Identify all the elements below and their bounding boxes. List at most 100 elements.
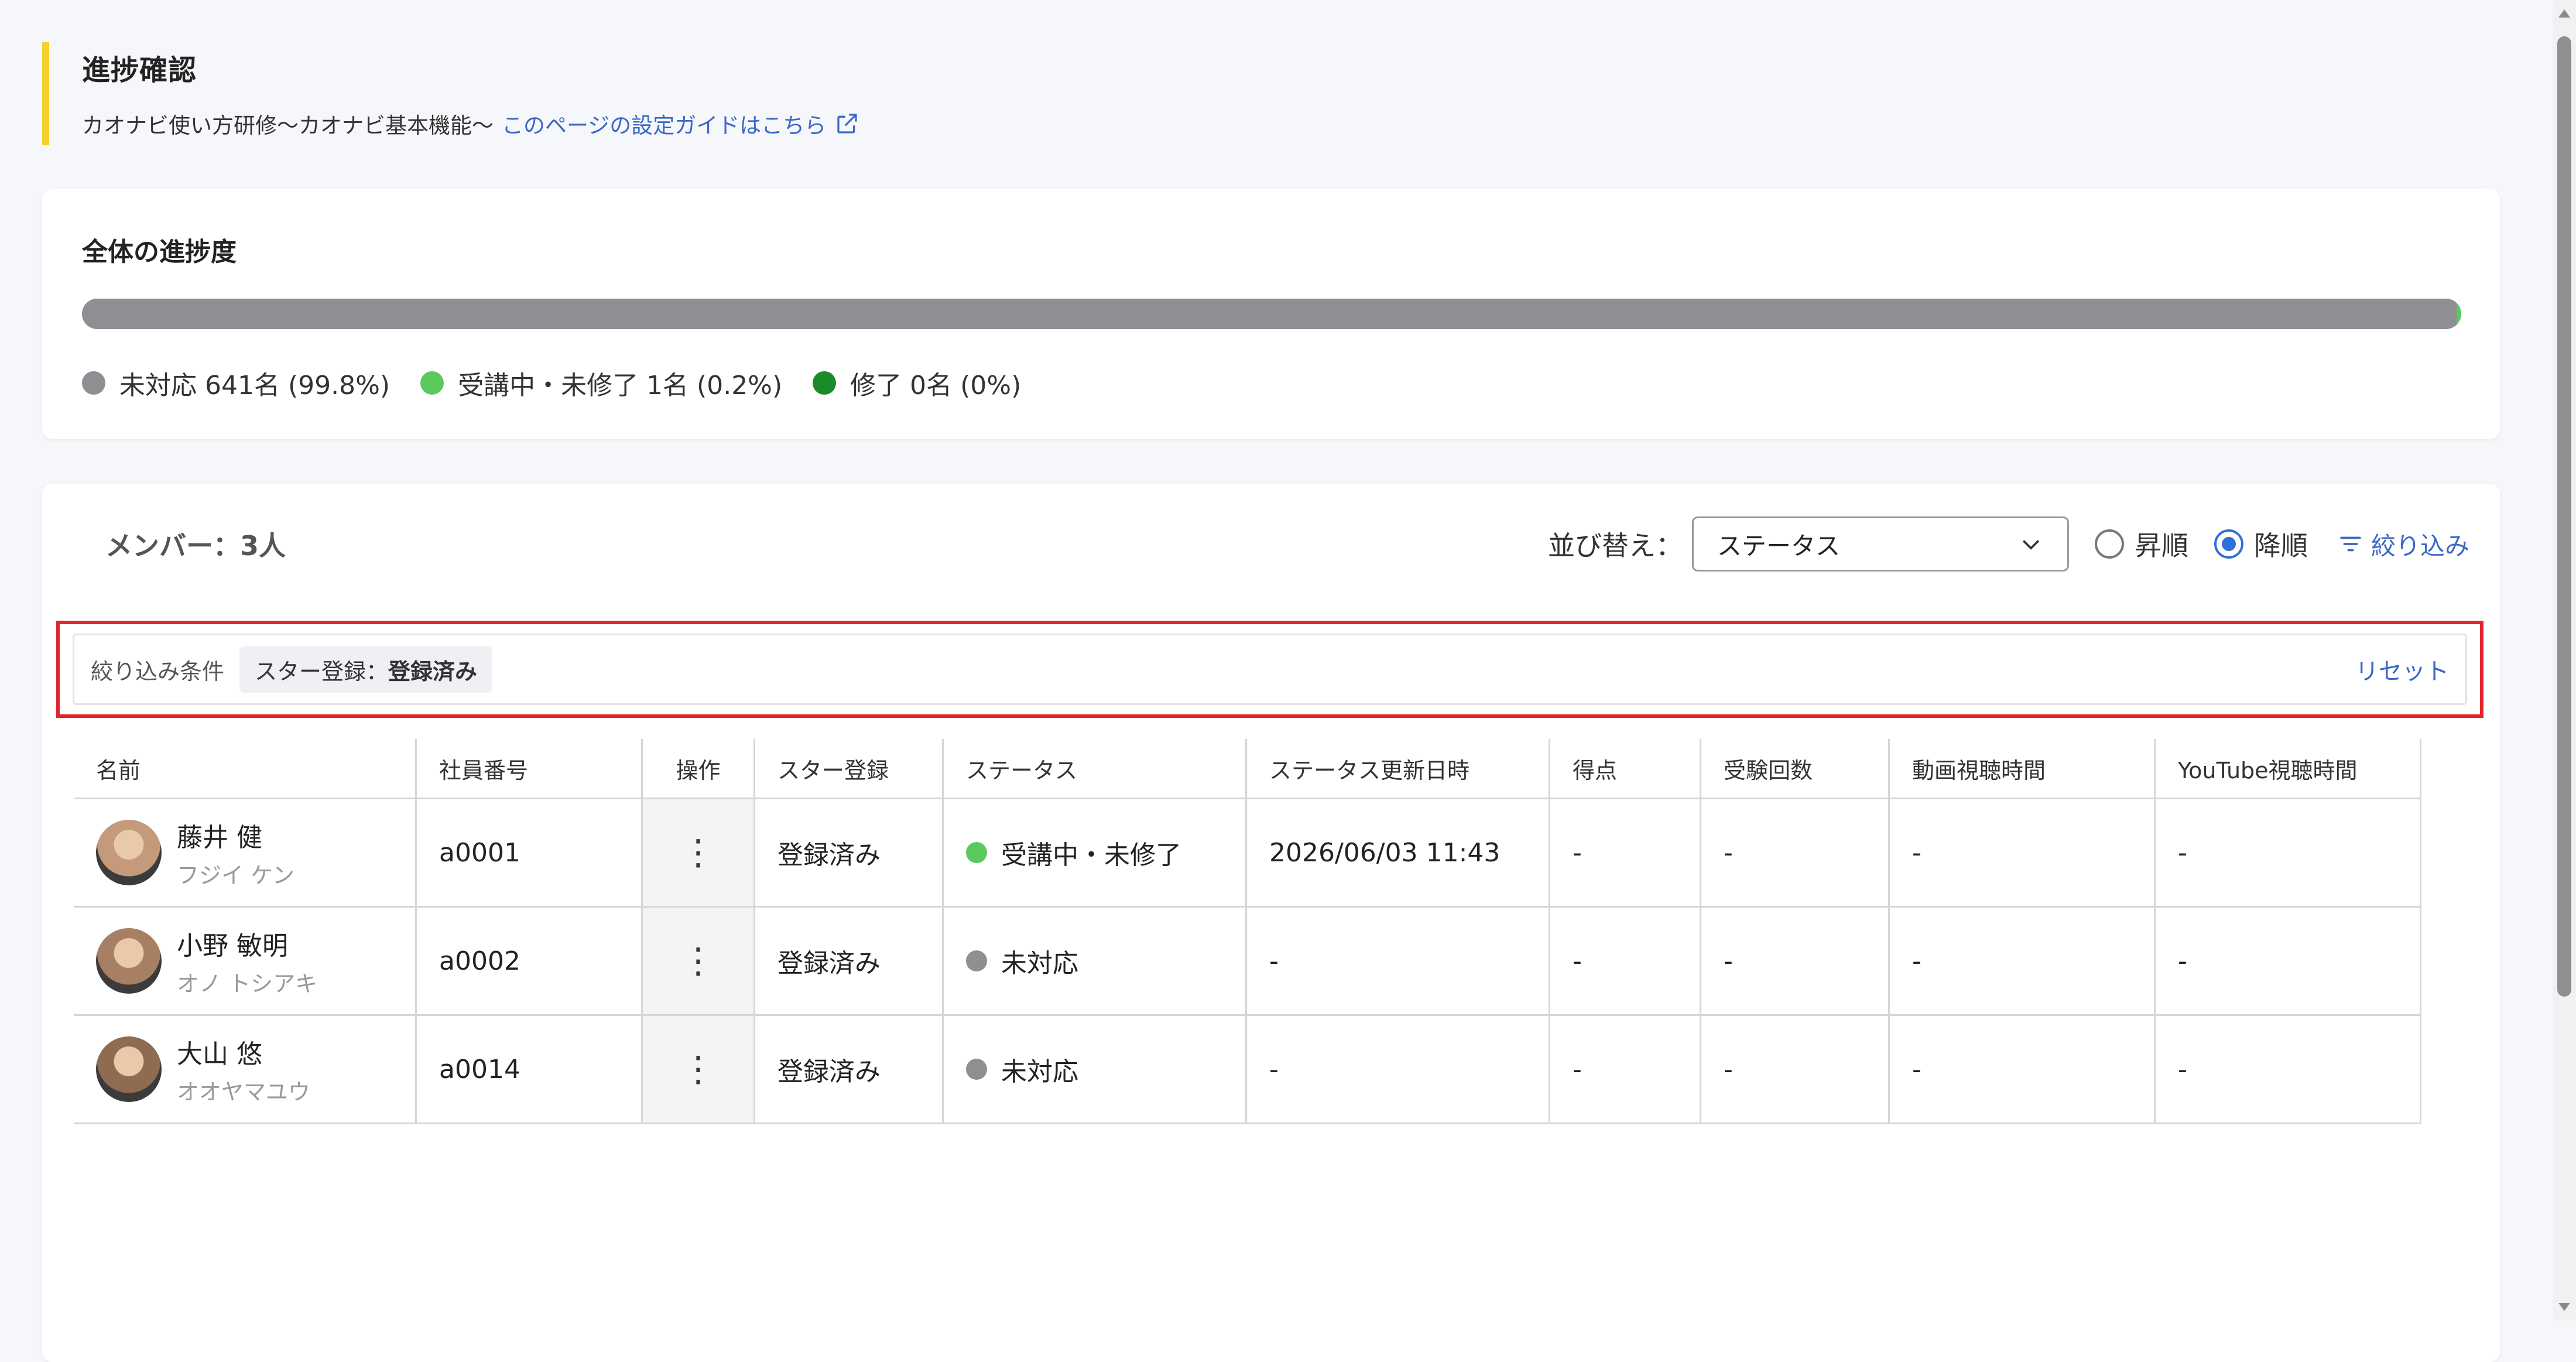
row-actions-cell: ⋮ [643,799,755,906]
youtube-time: - [2156,799,2421,906]
scroll-up-arrow-icon[interactable] [2558,9,2570,18]
legend-item-in-progress: 受講中・未修了 1名 (0.2%) [420,364,782,402]
filter-chip-key: スター登録： [255,658,389,685]
avatar [96,820,162,885]
overall-progress-card: 全体の進捗度 未対応 641名 (99.8%) 受講中・未修了 1名 (0.2%… [42,189,2500,439]
scroll-down-arrow-icon[interactable] [2558,1303,2570,1311]
attempts: - [1701,1016,1890,1123]
name-cell: 大山 悠 オオヤマユウ [74,1016,417,1123]
filter-conditions-highlight: 絞り込み条件 スター登録：登録済み リセット [56,621,2483,718]
video-time: - [1890,908,2156,1014]
member-kana: オオヤマユウ [177,1079,311,1105]
youtube-time: - [2156,908,2421,1014]
status-cell: 受講中・未修了 [944,799,1247,906]
column-header-video-time: 動画視聴時間 [1890,739,2156,798]
filter-button[interactable]: 絞り込み [2338,526,2469,562]
status-dot-icon [966,842,987,863]
more-options-icon[interactable]: ⋮ [681,835,716,870]
course-name: カオナビ使い方研修〜カオナビ基本機能〜 [82,113,494,138]
member-name[interactable]: 小野 敏明 [177,925,317,962]
score: - [1550,1016,1701,1123]
name-stack: 大山 悠 オオヤマユウ [177,1033,310,1106]
filter-chip: スター登録：登録済み [239,646,493,693]
name-stack: 藤井 健 フジイ ケン [177,816,294,889]
sort-select-value: ステータス [1717,531,1840,560]
status-updated: - [1247,1016,1550,1123]
chevron-down-icon [2022,540,2040,550]
legend-item-completed: 修了 0名 (0%) [813,364,1021,402]
members-table: 名前 社員番号 操作 スター登録 ステータス ステータス更新日時 得点 受験回数… [74,739,2421,1124]
legend-label: 受講中・未修了 1名 (0.2%) [458,371,783,401]
scrollbar-thumb[interactable] [2557,36,2571,997]
filter-chip-value: 登録済み [388,658,478,685]
name-cell: 藤井 健 フジイ ケン [74,799,417,906]
legend-label: 未対応 641名 (99.8%) [119,371,390,401]
table-header-row: 名前 社員番号 操作 スター登録 ステータス ステータス更新日時 得点 受験回数… [74,739,2421,799]
table-row[interactable]: 小野 敏明 オノ トシアキ a0002 ⋮ 登録済み 未対応 - - - - - [74,908,2421,1016]
attempts: - [1701,908,1890,1014]
status-updated: - [1247,908,1550,1014]
status-dot-icon [420,371,444,395]
legend-label: 修了 0名 (0%) [850,371,1022,401]
radio-icon[interactable] [2214,529,2243,559]
progress-legend: 未対応 641名 (99.8%) 受講中・未修了 1名 (0.2%) 修了 0名… [82,364,1051,402]
filter-button-label: 絞り込み [2371,531,2469,560]
youtube-time: - [2156,1016,2421,1123]
member-kana: オノ トシアキ [177,970,318,997]
progress-segment-not-started [82,299,2457,329]
column-header-youtube-time: YouTube視聴時間 [2156,739,2421,798]
row-actions-cell: ⋮ [643,1016,755,1123]
more-options-icon[interactable]: ⋮ [681,943,716,978]
status-label: 未対応 [1001,1057,1078,1087]
page-title: 進捗確認 [82,54,197,87]
status-dot-icon [813,371,837,395]
column-header-attempts: 受験回数 [1701,739,1890,798]
column-header-name: 名前 [74,739,417,798]
employee-number: a0002 [417,908,643,1014]
more-options-icon[interactable]: ⋮ [681,1052,716,1087]
status-dot-icon [966,1059,987,1080]
avatar [96,928,162,994]
status-label: 受講中・未修了 [1001,840,1181,870]
order-label: 昇順 [2134,530,2188,562]
radio-icon[interactable] [2094,529,2124,559]
status-dot-icon [82,371,105,395]
attempts: - [1701,799,1890,906]
star-status: 登録済み [755,1016,944,1123]
row-actions-cell: ⋮ [643,908,755,1014]
filter-icon [2340,536,2361,552]
video-time: - [1890,799,2156,906]
progress-segment-in-progress [2456,299,2461,329]
sort-label: 並び替え： [1547,530,1683,562]
filter-conditions-bar: 絞り込み条件 スター登録：登録済み リセット [73,634,2467,705]
member-kana: フジイ ケン [177,862,294,888]
legend-item-not-started: 未対応 641名 (99.8%) [82,364,390,402]
page-header: 進捗確認 カオナビ使い方研修〜カオナビ基本機能〜 このページの設定ガイドはこちら [42,42,1037,145]
status-dot-icon [966,950,987,971]
table-row[interactable]: 藤井 健 フジイ ケン a0001 ⋮ 登録済み 受講中・未修了 2026/06… [74,799,2421,908]
star-status: 登録済み [755,908,944,1014]
employee-number: a0014 [417,1016,643,1123]
member-name[interactable]: 藤井 健 [177,816,294,854]
external-link-icon[interactable] [835,112,859,135]
member-list-card: メンバー：3人 並び替え： ステータス 昇順 降順 絞り込み 絞り込み条件 スタ… [42,484,2500,1362]
column-header-actions: 操作 [643,739,755,798]
overall-progress-title: 全体の進捗度 [82,237,237,267]
page: 進捗確認 カオナビ使い方研修〜カオナビ基本機能〜 このページの設定ガイドはこちら… [0,0,2553,1362]
sort-select[interactable]: ステータス [1691,516,2069,572]
member-name[interactable]: 大山 悠 [177,1033,310,1070]
column-header-star: スター登録 [755,739,944,798]
status-updated: 2026/06/03 11:43 [1247,799,1550,906]
vertical-scrollbar[interactable] [2553,0,2576,1320]
table-row[interactable]: 大山 悠 オオヤマユウ a0014 ⋮ 登録済み 未対応 - - - - - [74,1016,2421,1124]
overall-progress-bar [82,299,2461,329]
settings-guide-link[interactable]: このページの設定ガイドはこちら [502,108,826,139]
sort-controls: 並び替え： ステータス 昇順 降順 絞り込み [1548,516,2469,572]
member-count: メンバー：3人 [105,530,286,562]
order-radio-descending[interactable]: 降順 [2214,525,2308,563]
reset-link[interactable]: リセット [2355,652,2449,686]
order-radio-ascending[interactable]: 昇順 [2094,525,2188,563]
star-status: 登録済み [755,799,944,906]
avatar [96,1036,162,1102]
name-stack: 小野 敏明 オノ トシアキ [177,925,317,998]
